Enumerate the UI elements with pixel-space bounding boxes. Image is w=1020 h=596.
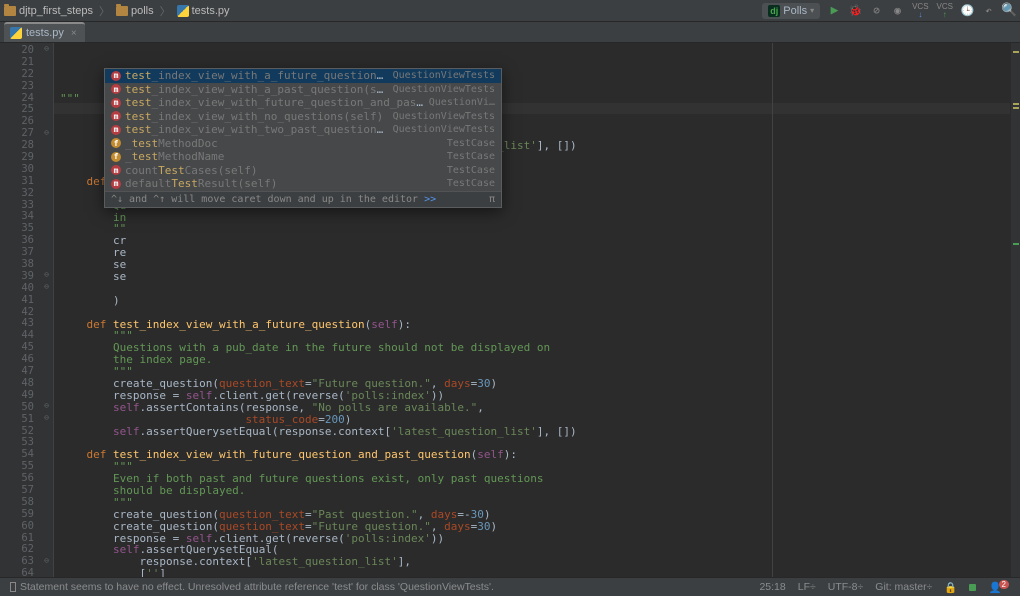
code-line[interactable]: response.context['latest_question_list']… xyxy=(60,556,1004,568)
git-branch[interactable]: Git: master÷ xyxy=(875,581,932,593)
code-line[interactable]: def test_index_view_with_future_question… xyxy=(60,449,1004,461)
breadcrumb-project[interactable]: djtp_first_steps xyxy=(4,5,93,17)
error-stripe[interactable] xyxy=(1010,43,1020,577)
stop-button[interactable]: ⊘ xyxy=(870,4,883,17)
sync-icon[interactable]: ◉ xyxy=(891,4,904,17)
line-separator[interactable]: LF÷ xyxy=(798,581,816,593)
run-config-combo[interactable]: djPolls▾ xyxy=(762,3,820,19)
method-icon: m xyxy=(111,84,121,94)
code-line[interactable]: def test_index_view_with_a_future_questi… xyxy=(60,319,1004,331)
field-icon: f xyxy=(111,138,121,148)
caret-position[interactable]: 25:18 xyxy=(759,581,785,593)
lock-icon[interactable]: 🔒 xyxy=(944,581,957,594)
code-line[interactable]: se xyxy=(60,259,1004,271)
code-line[interactable]: ) xyxy=(60,295,1004,307)
completion-item[interactable]: f_testMethodDocTestCase xyxy=(105,137,501,151)
field-icon: f xyxy=(111,152,121,162)
debug-button[interactable]: 🐞 xyxy=(849,4,862,17)
completion-item[interactable]: mcountTestCases(self)TestCase xyxy=(105,164,501,178)
method-icon: m xyxy=(111,125,121,135)
file-encoding[interactable]: UTF-8÷ xyxy=(828,581,864,593)
method-icon: m xyxy=(111,111,121,121)
completion-popup[interactable]: mtest_index_view_with_a_future_question(… xyxy=(104,68,502,208)
code-line[interactable]: create_question(question_text="Past ques… xyxy=(60,509,1004,521)
code-line[interactable]: se xyxy=(60,271,1004,283)
code-line[interactable]: [''] xyxy=(60,568,1004,577)
close-icon[interactable]: × xyxy=(71,28,77,39)
code-line[interactable]: self.assertContains(response, "No polls … xyxy=(60,402,1004,414)
method-icon: m xyxy=(111,165,121,175)
editor-tabs: tests.py× xyxy=(0,22,1020,43)
warning-marker[interactable] xyxy=(1013,51,1019,53)
breadcrumb-app[interactable]: polls xyxy=(116,5,154,17)
code-line[interactable]: the index page. xyxy=(60,354,1004,366)
run-button[interactable]: ▶ xyxy=(828,4,841,17)
completion-item[interactable]: mtest_index_view_with_a_past_question(se… xyxy=(105,83,501,97)
navigation-bar: djtp_first_steps 〉 polls 〉 tests.py djPo… xyxy=(0,0,1020,22)
python-file-icon xyxy=(10,27,22,39)
breadcrumb-file[interactable]: tests.py xyxy=(177,5,230,17)
vcs-commit-button[interactable]: VCS↑ xyxy=(937,3,953,19)
search-everywhere-icon[interactable]: 🔍 xyxy=(1003,4,1016,17)
completion-item[interactable]: mdefaultTestResult(self)TestCase xyxy=(105,177,501,191)
warning-marker[interactable] xyxy=(1013,103,1019,105)
django-icon: dj xyxy=(768,5,780,17)
breadcrumb[interactable]: djtp_first_steps 〉 polls 〉 tests.py xyxy=(4,3,762,19)
right-margin-guide xyxy=(772,43,773,577)
completion-item[interactable]: mtest_index_view_with_no_questions(self)… xyxy=(105,110,501,124)
completion-item[interactable]: mtest_index_view_with_future_question_an… xyxy=(105,96,501,110)
line-number-gutter[interactable]: 2021222324252627282930313233343536373839… xyxy=(0,43,40,577)
chevron-down-icon: ▾ xyxy=(810,6,814,15)
status-message: Statement seems to have no effect. Unres… xyxy=(20,581,494,593)
vcs-update-button[interactable]: VCS↓ xyxy=(912,3,928,19)
method-icon: m xyxy=(111,179,121,189)
completion-hint-link[interactable]: >> xyxy=(424,194,436,205)
code-line[interactable]: cr xyxy=(60,235,1004,247)
fold-gutter[interactable]: ⊖⊖⊖⊖⊖⊖⊖ xyxy=(40,43,54,577)
folder-icon xyxy=(4,6,16,16)
inspection-indicator[interactable] xyxy=(969,584,976,591)
warning-marker[interactable] xyxy=(1013,107,1019,109)
code-line[interactable]: in xyxy=(60,212,1004,224)
tab-tests-py[interactable]: tests.py× xyxy=(4,22,85,42)
status-bar: Statement seems to have no effect. Unres… xyxy=(0,577,1020,596)
revert-button[interactable]: ↶ xyxy=(982,4,995,17)
code-line[interactable]: response = self.client.get(reverse('poll… xyxy=(60,390,1004,402)
completion-item[interactable]: mtest_index_view_with_a_future_question(… xyxy=(105,69,501,83)
method-icon: m xyxy=(111,71,121,81)
code-line[interactable]: self.assertQuerysetEqual(response.contex… xyxy=(60,426,1004,438)
ok-marker[interactable] xyxy=(1013,243,1019,245)
method-icon: m xyxy=(111,98,121,108)
completion-item[interactable]: mtest_index_view_with_two_past_questions… xyxy=(105,123,501,137)
tool-window-icon[interactable] xyxy=(10,582,16,592)
code-line[interactable]: """ xyxy=(60,497,1004,509)
folder-icon xyxy=(116,6,128,16)
completion-hint: ^↓ and ^↑ will move caret down and up in… xyxy=(105,191,501,207)
completion-item[interactable]: f_testMethodNameTestCase xyxy=(105,150,501,164)
code-line[interactable] xyxy=(60,283,1004,295)
chevron-right-icon: 〉 xyxy=(99,3,110,19)
code-line[interactable]: should be displayed. xyxy=(60,485,1004,497)
history-button[interactable]: 🕒 xyxy=(961,4,974,17)
notifications-icon[interactable]: 👤2 xyxy=(988,581,1012,594)
code-line[interactable]: "" xyxy=(60,223,1004,235)
python-file-icon xyxy=(177,5,189,17)
chevron-right-icon: 〉 xyxy=(160,3,171,19)
code-line[interactable]: re xyxy=(60,247,1004,259)
